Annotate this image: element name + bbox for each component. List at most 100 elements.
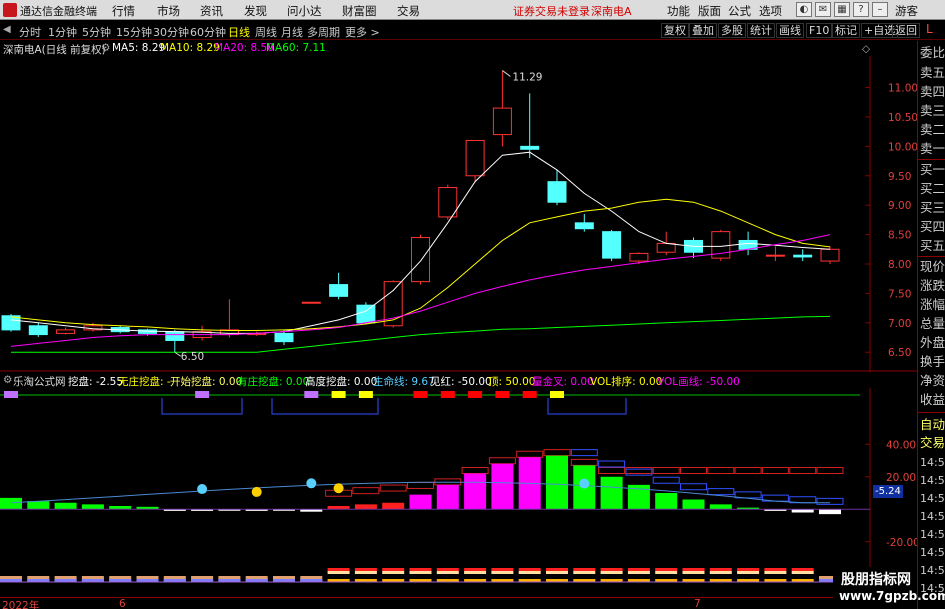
step-outline: [598, 467, 626, 474]
guest-label[interactable]: 游客: [895, 3, 918, 19]
candle-body: [629, 252, 649, 262]
step-outline-blue: [598, 460, 626, 468]
bottom-strip-band: [436, 568, 459, 571]
bottom-strip-band: [218, 576, 241, 579]
bottom-strip-band: [382, 568, 405, 571]
bottom-strip-band: [764, 571, 787, 574]
candle-body: [165, 331, 185, 341]
menu-trade[interactable]: 交易: [397, 3, 420, 19]
side-item-sell1[interactable]: 卖一: [920, 139, 945, 158]
side-item-turnover[interactable]: 换手: [920, 352, 945, 371]
button-f10[interactable]: F10: [806, 23, 833, 38]
theme-icon[interactable]: ◐: [796, 2, 812, 17]
side-item-auto[interactable]: 自动: [920, 415, 945, 434]
indicator-bar: [409, 494, 432, 510]
watermark-title: 股朋指标网: [841, 572, 911, 588]
tab-period-15min[interactable]: 15分钟: [116, 24, 152, 40]
menu-options[interactable]: 选项: [759, 3, 782, 19]
tab-period-month[interactable]: 月线: [281, 24, 303, 40]
settings-gear-icon[interactable]: ⚙: [101, 42, 110, 54]
price-tick-label: 10.50: [888, 112, 917, 124]
diamond-toggle-icon[interactable]: ◇: [862, 43, 870, 55]
menu-marketplace[interactable]: 市场: [157, 3, 180, 19]
menu-market[interactable]: 行情: [112, 3, 135, 19]
candle-body: [274, 332, 294, 343]
sad-face-icon: [579, 478, 590, 489]
button-back[interactable]: 返回: [892, 23, 920, 38]
mail-icon[interactable]: ✉: [815, 2, 831, 17]
button-fuquan[interactable]: 复权: [661, 23, 689, 38]
side-item-change[interactable]: 涨跌: [920, 276, 945, 295]
step-outline: [543, 449, 571, 457]
x-axis-label-month-6: 6: [119, 598, 126, 609]
step-outline-blue: [707, 488, 735, 496]
indicator-bar: [655, 493, 678, 510]
x-axis-label-year: 2022年: [2, 600, 40, 609]
bottom-strip-band: [136, 576, 159, 579]
tab-period-60min[interactable]: 60分钟: [190, 24, 226, 40]
side-item-buy2[interactable]: 买二: [920, 179, 945, 198]
button-stats[interactable]: 统计: [747, 23, 775, 38]
tab-period-1min[interactable]: 1分钟: [48, 24, 77, 40]
x-axis: 2022年 6 7: [0, 597, 917, 609]
bottom-strip-band: [27, 576, 50, 579]
indicator-k9: 量金叉: 0.00: [532, 376, 594, 388]
grid-icon[interactable]: ▦: [834, 2, 850, 17]
side-item-outer[interactable]: 外盘: [920, 333, 945, 352]
indicator-settings-icon[interactable]: ⚙: [3, 374, 12, 386]
side-time-4: 14:56: [920, 510, 945, 523]
bottom-strip-band: [300, 576, 323, 579]
side-item-buy1[interactable]: 买一: [920, 160, 945, 179]
side-item-sell5[interactable]: 卖五: [920, 63, 945, 82]
tab-period-5min[interactable]: 5分钟: [82, 24, 111, 40]
side-item-buy4[interactable]: 买四: [920, 217, 945, 236]
side-item-sell3[interactable]: 卖三: [920, 101, 945, 120]
side-item-change-pct[interactable]: 涨幅: [920, 295, 945, 314]
side-item-price[interactable]: 现价: [920, 257, 945, 276]
indicator-name[interactable]: 乐淘公式网: [13, 374, 66, 389]
signal-square: [522, 391, 537, 398]
tab-period-fenshi[interactable]: 分时: [19, 24, 41, 40]
button-multi-stock[interactable]: 多股: [718, 23, 746, 38]
menu-layout[interactable]: 版面: [698, 3, 721, 19]
app-title: 通达信金融终端: [20, 5, 97, 18]
indicator-bar: [382, 502, 405, 510]
tab-period-more[interactable]: 更多 >: [345, 24, 380, 40]
bottom-strip-band: [327, 568, 350, 571]
tab-period-30min[interactable]: 30分钟: [153, 24, 189, 40]
side-item-buy5[interactable]: 买五: [920, 236, 945, 255]
menu-fortune[interactable]: 财富圈: [342, 3, 377, 19]
side-item-earnings[interactable]: 收益: [920, 390, 945, 409]
tab-period-week[interactable]: 周线: [255, 24, 277, 40]
menu-discover[interactable]: 发现: [244, 3, 267, 19]
help-icon[interactable]: ?: [853, 2, 869, 17]
tab-period-day[interactable]: 日线: [228, 24, 250, 40]
sidebar-toggle-icon[interactable]: ◀: [3, 24, 11, 35]
menu-function[interactable]: 功能: [667, 3, 690, 19]
side-item-sell2[interactable]: 卖二: [920, 120, 945, 139]
side-item-volume[interactable]: 总量: [920, 314, 945, 333]
button-overlay[interactable]: 叠加: [689, 23, 717, 38]
level2-badge[interactable]: L: [926, 22, 933, 36]
menu-formula[interactable]: 公式: [728, 3, 751, 19]
indicator-bar: [709, 504, 732, 510]
login-warning[interactable]: 证券交易未登录: [513, 3, 590, 19]
menu-bar: 通达信金融终端 行情 市场 资讯 发现 问小达 财富圈 交易 证券交易未登录 深…: [0, 0, 945, 20]
indicator-header: ⚙ 乐淘公式网 挖盘: -2.55 无庄挖盘: - 开始挖盘: 0.00 有庄挖…: [0, 373, 917, 388]
menu-news[interactable]: 资讯: [200, 3, 223, 19]
minimize-icon[interactable]: –: [872, 2, 888, 17]
side-item-net-assets[interactable]: 净资: [920, 371, 945, 390]
side-item-buy3[interactable]: 买三: [920, 198, 945, 217]
high-price-label: 11.29: [512, 71, 542, 83]
indicator-k2: 无庄挖盘: -: [118, 376, 171, 388]
bottom-strip-band: [682, 568, 705, 571]
side-item-trade[interactable]: 交易: [920, 433, 945, 452]
bottom-strip-band: [737, 571, 760, 574]
menu-ask[interactable]: 问小达: [287, 3, 322, 19]
side-item-sell4[interactable]: 卖四: [920, 82, 945, 101]
button-draw[interactable]: 画线: [776, 23, 804, 38]
tab-period-multi[interactable]: 多周期: [307, 24, 340, 40]
button-mark[interactable]: 标记: [832, 23, 860, 38]
bottom-strip-band: [245, 576, 268, 579]
side-item-weibi[interactable]: 委比: [920, 43, 945, 62]
